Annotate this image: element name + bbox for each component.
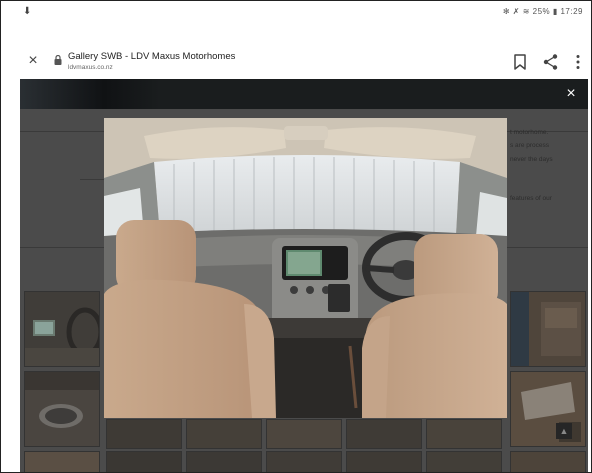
gallery-thumbnail[interactable] [346, 419, 422, 449]
gallery-thumbnail[interactable] [186, 419, 262, 449]
background-text: t motorhome. [510, 129, 549, 136]
header-image-strip [20, 79, 160, 109]
close-tab-icon[interactable]: × [25, 53, 41, 69]
lock-icon [54, 55, 62, 65]
page-title: Gallery SWB - LDV Maxus Motorhomes [68, 51, 236, 62]
gallery-thumbnail[interactable] [426, 451, 502, 472]
gallery-thumbnail[interactable] [510, 371, 586, 447]
gallery-thumbnail[interactable] [510, 451, 586, 472]
van-interior-image [104, 118, 507, 418]
background-text: s are process [510, 142, 550, 149]
gallery-thumbnail[interactable] [24, 371, 100, 447]
gallery-thumbnail[interactable] [426, 419, 502, 449]
browser-toolbar: × Gallery SWB - LDV Maxus Motorhomes ldv… [1, 23, 591, 79]
gallery-thumbnail[interactable] [106, 451, 182, 472]
more-vert-icon[interactable] [569, 53, 587, 71]
share-icon[interactable] [542, 53, 560, 71]
gallery-thumbnail[interactable] [510, 291, 586, 367]
thumbnail-image [25, 372, 99, 446]
thumbnail-image [25, 292, 104, 366]
scroll-top-icon[interactable]: ▲ [556, 423, 572, 439]
gallery-thumbnail[interactable] [266, 419, 342, 449]
background-text: never the days [510, 156, 553, 163]
lightbox-overlay: × t motorhome. s are process never the d… [20, 79, 588, 472]
lightbox-photo [104, 118, 507, 418]
page-url: ldvmaxus.co.nz [68, 64, 113, 71]
thumbnail-image [511, 372, 585, 446]
gallery-thumbnail[interactable] [106, 419, 182, 449]
gallery-thumbnail[interactable] [346, 451, 422, 472]
gallery-thumbnail[interactable] [24, 451, 100, 472]
gallery-thumbnail[interactable] [24, 291, 104, 367]
download-icon: ⬇ [23, 6, 32, 17]
lightbox-bar: × [20, 79, 588, 109]
gallery-thumbnail[interactable] [186, 451, 262, 472]
thumbnail-image [511, 292, 585, 366]
status-indicators: ✻ ✗ ≋ 25% ▮ 17:29 [502, 7, 583, 16]
bookmark-icon[interactable] [511, 53, 529, 71]
screen-frame: ⬇ ✻ ✗ ≋ 25% ▮ 17:29 × Gallery SWB - LDV … [0, 0, 592, 473]
gallery-thumbnail[interactable] [266, 451, 342, 472]
status-bar: ⬇ ✻ ✗ ≋ 25% ▮ 17:29 [1, 1, 591, 23]
lightbox-close-icon[interactable]: × [562, 85, 580, 103]
background-text: features of our [510, 195, 552, 202]
